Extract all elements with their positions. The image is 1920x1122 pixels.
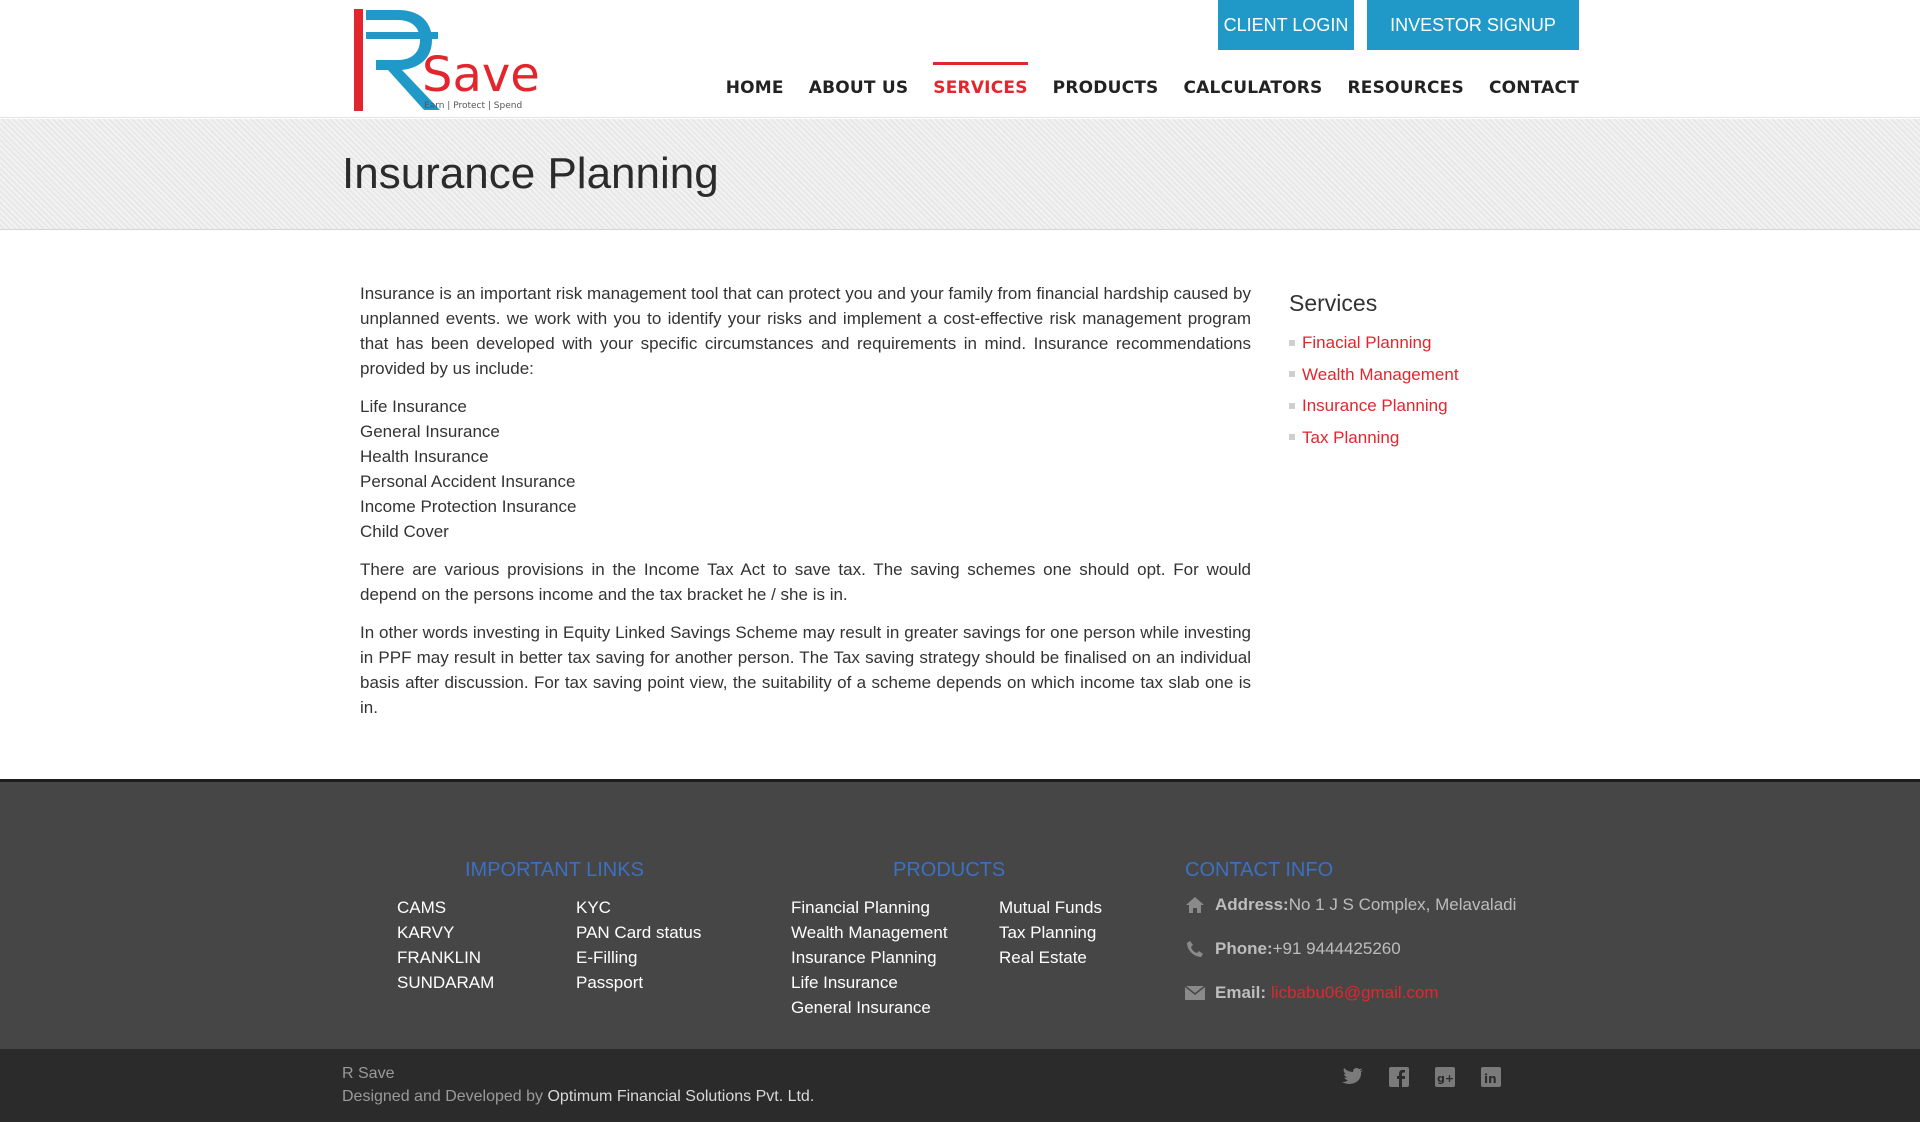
envelope-icon (1185, 983, 1205, 1003)
svg-text:in: in (1484, 1072, 1497, 1086)
sidebar-link-label: Wealth Management (1302, 364, 1459, 384)
sidebar-heading: Services (1289, 290, 1378, 316)
nav-calculators[interactable]: CALCULATORS (1184, 62, 1323, 98)
footer-link-karvy[interactable]: KARVY (397, 920, 494, 945)
footer-link-wealth-management[interactable]: Wealth Management (791, 920, 948, 945)
footer-link-pan-card-status[interactable]: PAN Card status (576, 920, 701, 945)
linkedin-icon[interactable]: in (1480, 1066, 1502, 1088)
footer-link-tax-planning[interactable]: Tax Planning (999, 920, 1102, 945)
bullet-icon (1289, 339, 1295, 346)
sidebar-link-financial-planning[interactable]: Finacial Planning (1289, 327, 1589, 359)
list-item: Child Cover (360, 522, 449, 541)
footer-link-life-insurance[interactable]: Life Insurance (791, 970, 948, 995)
google-plus-icon[interactable]: g+ (1434, 1066, 1456, 1088)
nav-home[interactable]: HOME (726, 62, 784, 98)
phone-value: +91 9444425260 (1272, 939, 1401, 958)
footer-link-passport[interactable]: Passport (576, 970, 701, 995)
intro-paragraph: Insurance is an important risk managemen… (360, 284, 1251, 378)
sidebar-link-label: Insurance Planning (1302, 396, 1448, 415)
nav-about-us[interactable]: ABOUT US (809, 62, 909, 98)
footer-link-financial-planning[interactable]: Financial Planning (791, 895, 948, 920)
facebook-icon[interactable] (1388, 1066, 1410, 1088)
nav-resources[interactable]: RESOURCES (1348, 62, 1464, 98)
svg-text:g+: g+ (1437, 1072, 1454, 1085)
phone-icon (1185, 939, 1205, 959)
insurance-types-list: Life Insurance General Insurance Health … (360, 394, 1251, 544)
footer-link-general-insurance[interactable]: General Insurance (791, 995, 948, 1020)
nav-contact[interactable]: CONTACT (1489, 62, 1579, 98)
sidebar-link-wealth-management[interactable]: Wealth Management (1289, 359, 1589, 391)
sidebar-link-label: Finacial Planning (1302, 333, 1432, 352)
top-action-buttons: CLIENT LOGIN INVESTOR SIGNUP (1218, 0, 1579, 50)
footer-link-sundaram[interactable]: SUNDARAM (397, 970, 494, 995)
sidebar-links: Finacial Planning Wealth Management Insu… (1289, 327, 1589, 453)
client-login-button[interactable]: CLIENT LOGIN (1218, 0, 1354, 50)
contact-phone: Phone: +91 9444425260 (1185, 939, 1401, 959)
designed-by-prefix: Designed and Developed by (342, 1088, 548, 1105)
footer-link-franklin[interactable]: FRANKLIN (397, 945, 494, 970)
page-title: Insurance Planning (342, 149, 719, 198)
nav-services[interactable]: SERVICES (933, 62, 1029, 98)
investor-signup-button[interactable]: INVESTOR SIGNUP (1367, 0, 1579, 50)
main-nav: HOME ABOUT US SERVICES PRODUCTS CALCULAT… (726, 62, 1579, 98)
site-footer: IMPORTANT LINKS CAMS KARVY FRANKLIN SUND… (0, 779, 1920, 1049)
important-links-col1: CAMS KARVY FRANKLIN SUNDARAM (397, 895, 494, 995)
footer-link-kyc[interactable]: KYC (576, 895, 701, 920)
products-col2: Mutual Funds Tax Planning Real Estate (999, 895, 1102, 970)
list-item: Income Protection Insurance (360, 497, 577, 516)
nav-products[interactable]: PRODUCTS (1053, 62, 1159, 98)
footer-link-mutual-funds[interactable]: Mutual Funds (999, 895, 1102, 920)
address-value: No 1 J S Complex, Melavaladi (1288, 895, 1517, 914)
sidebar-link-tax-planning[interactable]: Tax Planning (1289, 422, 1589, 454)
important-links-heading: IMPORTANT LINKS (465, 859, 644, 881)
bullet-icon (1289, 371, 1295, 378)
bullet-icon (1289, 434, 1295, 441)
main-content: Insurance is an important risk managemen… (360, 281, 1251, 733)
site-name: R Save (342, 1065, 395, 1082)
page-title-band: Insurance Planning (0, 119, 1920, 230)
footer-link-e-filling[interactable]: E-Filling (576, 945, 701, 970)
sidebar-link-insurance-planning[interactable]: Insurance Planning (1289, 390, 1589, 422)
logo-tagline: Earn | Protect | Spend (424, 101, 522, 111)
phone-label: Phone: (1215, 939, 1273, 958)
tax-strategy-paragraph: In other words investing in Equity Linke… (360, 623, 1251, 717)
list-item: Health Insurance (360, 447, 489, 466)
important-links-col2: KYC PAN Card status E-Filling Passport (576, 895, 701, 995)
services-sidebar: Services Finacial Planning Wealth Manage… (1289, 290, 1589, 453)
developer-link[interactable]: Optimum Financial Solutions Pvt. Ltd. (547, 1088, 814, 1105)
list-item: General Insurance (360, 422, 500, 441)
rsave-logo[interactable]: Save Earn | Protect | Spend (354, 6, 590, 114)
products-heading: PRODUCTS (893, 859, 1006, 881)
logo-wordmark: Save (422, 47, 540, 103)
contact-address: Address: No 1 J S Complex, Melavaladi (1185, 895, 1516, 915)
social-links: g+ in (1342, 1066, 1502, 1088)
email-link[interactable]: licbabu06@gmail.com (1271, 983, 1439, 1003)
footer-link-cams[interactable]: CAMS (397, 895, 494, 920)
home-icon (1185, 895, 1205, 915)
list-item: Personal Accident Insurance (360, 472, 576, 491)
footer-link-real-estate[interactable]: Real Estate (999, 945, 1102, 970)
site-header: Save Earn | Protect | Spend CLIENT LOGIN… (0, 0, 1920, 118)
email-label: Email: (1215, 983, 1267, 1002)
designed-by: Designed and Developed by Optimum Financ… (342, 1088, 814, 1106)
copyright-bar: R Save Designed and Developed by Optimum… (0, 1049, 1920, 1122)
list-item: Life Insurance (360, 397, 467, 416)
tax-provisions-paragraph: There are various provisions in the Inco… (360, 560, 1251, 604)
address-label: Address: (1215, 895, 1289, 914)
sidebar-link-label: Tax Planning (1302, 427, 1400, 447)
bullet-icon (1289, 402, 1295, 409)
twitter-icon[interactable] (1342, 1066, 1364, 1088)
footer-link-insurance-planning[interactable]: Insurance Planning (791, 945, 948, 970)
products-col1: Financial Planning Wealth Management Ins… (791, 895, 948, 1020)
contact-info-heading: CONTACT INFO (1185, 859, 1334, 881)
contact-email: Email: licbabu06@gmail.com (1185, 983, 1439, 1003)
